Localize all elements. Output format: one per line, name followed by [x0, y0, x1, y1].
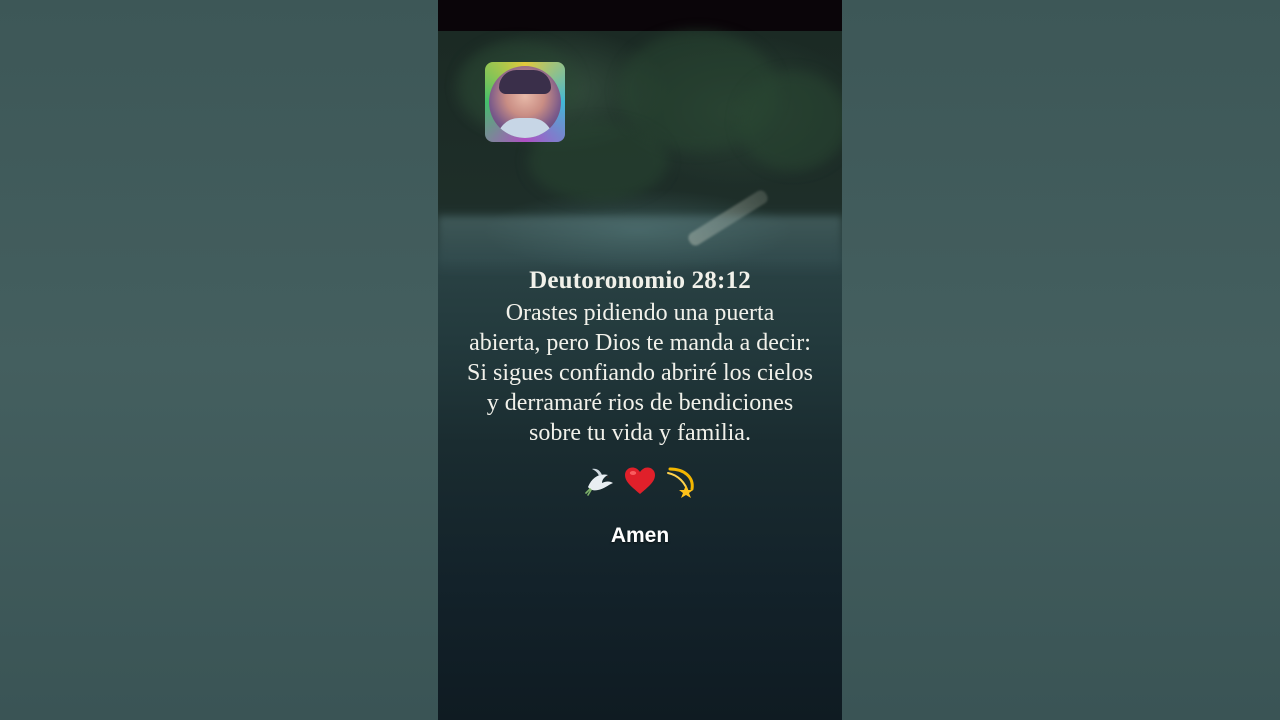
emoji-row	[438, 460, 842, 502]
avatar-shirt	[497, 118, 553, 138]
verse-block: Deutoronomio 28:12 Orastes pidiendo una …	[438, 264, 842, 448]
heart-icon	[622, 463, 658, 499]
video-frame[interactable]: Deutoronomio 28:12 Orastes pidiendo una …	[438, 0, 842, 720]
video-top-bar	[438, 0, 842, 31]
verse-line: y derramaré rios de bendiciones	[486, 390, 794, 416]
avatar-photo	[489, 66, 561, 138]
caption-text: Amen	[610, 524, 670, 547]
dove-icon	[582, 463, 618, 499]
blurred-background-left	[0, 0, 438, 720]
verse-line: Orastes pidiendo una puerta	[505, 300, 775, 326]
blurred-background-right	[842, 0, 1280, 720]
verse-line: Si sigues confiando abriré los cielos	[467, 360, 813, 386]
verse-line: sobre tu vida y familia.	[529, 420, 751, 446]
creator-avatar[interactable]	[485, 62, 565, 142]
screen: Deutoronomio 28:12 Orastes pidiendo una …	[0, 0, 1280, 720]
foliage	[738, 71, 842, 171]
verse-line: abierta, pero Dios te manda a decir:	[469, 330, 811, 356]
dizzy-star-icon	[662, 463, 698, 499]
verse-title: Deutoronomio 28:12	[529, 267, 751, 294]
avatar-hair	[499, 70, 551, 94]
